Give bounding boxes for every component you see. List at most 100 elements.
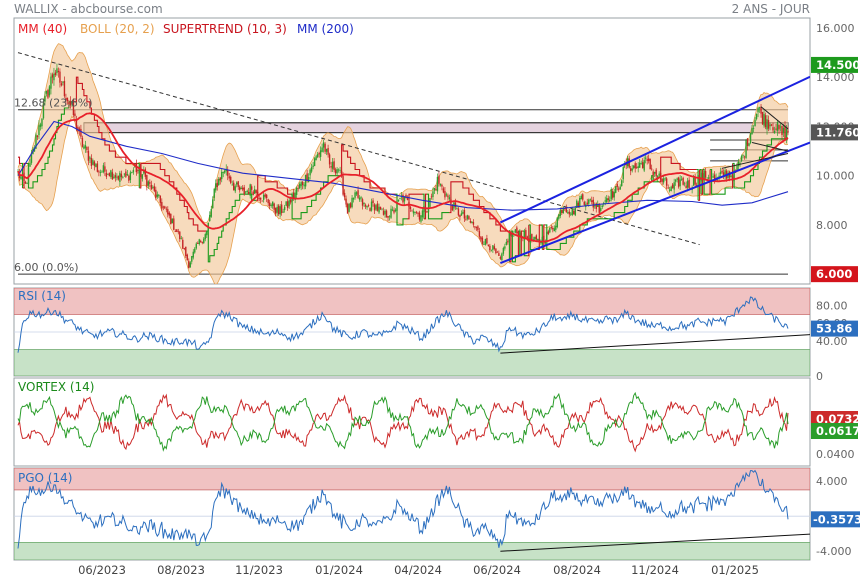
candle-body — [264, 194, 266, 197]
candle-body — [685, 185, 687, 189]
candle-body — [743, 156, 746, 158]
candle-body — [412, 211, 415, 214]
candle-body — [38, 125, 40, 136]
candle-body — [740, 156, 743, 161]
candle-body — [155, 189, 157, 198]
candle-body — [288, 200, 290, 207]
candle-body — [505, 241, 508, 245]
candle-body — [176, 229, 178, 232]
candle-body — [253, 189, 256, 194]
candle-body — [89, 157, 91, 159]
candle-body — [234, 186, 236, 192]
candle-body — [327, 147, 329, 155]
candle-body — [487, 244, 490, 247]
pgo-axis-tick-label: 4.000 — [816, 475, 848, 488]
candle-body — [212, 199, 214, 209]
candle-body — [62, 81, 64, 83]
candle-body — [322, 142, 325, 148]
candle-body — [174, 231, 176, 232]
candle-body — [165, 208, 168, 210]
candle-body — [330, 166, 332, 168]
candle-body — [616, 184, 618, 187]
candle-body — [285, 201, 287, 206]
candle-body — [355, 192, 358, 195]
candle-body — [29, 162, 31, 167]
candle-body — [535, 235, 538, 240]
candle-body — [173, 218, 175, 230]
candle-body — [81, 137, 84, 147]
candle-body — [664, 178, 666, 180]
candle-body — [286, 201, 289, 208]
candle-body — [662, 178, 665, 183]
candle-body — [607, 198, 609, 201]
candle-body — [541, 236, 544, 244]
candle-body — [159, 195, 162, 203]
candle-body — [105, 172, 108, 177]
candle-body — [737, 161, 740, 167]
candle-body — [99, 172, 102, 173]
date-axis-tick-label: 08/2024 — [553, 563, 601, 577]
candle-body — [546, 231, 548, 241]
candle-body — [180, 238, 182, 240]
pgo-oversold-band — [14, 542, 810, 560]
candle-body — [758, 107, 761, 109]
candle-body — [258, 198, 260, 199]
candle-body — [748, 143, 750, 146]
candle-body — [784, 125, 786, 140]
candle-body — [429, 198, 431, 207]
candle-body — [295, 187, 298, 195]
candle-body — [80, 129, 82, 137]
candle-body — [568, 211, 570, 215]
candle-body — [481, 237, 484, 244]
candle-body — [273, 203, 275, 210]
candle-body — [769, 124, 771, 127]
candle-body — [312, 165, 314, 168]
candle-body — [92, 160, 94, 165]
candle-body — [177, 231, 179, 233]
candle-body — [41, 118, 43, 127]
candle-body — [763, 113, 765, 126]
candle-body — [680, 178, 683, 180]
candle-body — [600, 208, 602, 212]
candle-body — [240, 187, 242, 189]
candle-body — [57, 70, 60, 73]
candle-body — [561, 209, 563, 214]
candle-body — [310, 167, 313, 172]
candle-body — [644, 157, 647, 159]
candle-body — [556, 217, 558, 228]
date-axis-tick-label: 01/2024 — [315, 563, 363, 577]
candle-body — [582, 194, 584, 200]
candle-body — [387, 215, 389, 218]
candle-body — [580, 195, 582, 200]
candle-body — [547, 231, 550, 234]
candle-body — [764, 115, 767, 128]
candle-body — [357, 190, 359, 198]
candle-body — [233, 182, 235, 191]
candle-body — [609, 199, 611, 202]
candle-body — [189, 262, 191, 268]
candle-body — [631, 168, 633, 171]
candle-body — [307, 177, 310, 183]
fib-level-label-0: 12.68 (23.6%) — [14, 97, 93, 110]
candle-body — [574, 207, 576, 216]
candle-body — [141, 174, 144, 179]
candle-body — [442, 188, 445, 193]
legend-vortex: VORTEX (14) — [18, 380, 95, 394]
candle-body — [210, 209, 212, 217]
candle-body — [465, 218, 467, 220]
candle-body — [633, 165, 635, 169]
candle-body — [658, 173, 660, 176]
candle-body — [243, 187, 245, 195]
candle-body — [646, 159, 648, 161]
candle-body — [373, 204, 376, 211]
candle-body — [63, 80, 66, 97]
candle-body — [471, 221, 473, 223]
candle-body — [87, 150, 90, 161]
candle-body — [261, 200, 263, 202]
candle-body — [129, 172, 132, 180]
candle-body — [249, 184, 251, 196]
candle-body — [283, 206, 286, 211]
candle-body — [86, 146, 88, 151]
candle-body — [277, 205, 280, 215]
candle-body — [478, 231, 481, 237]
